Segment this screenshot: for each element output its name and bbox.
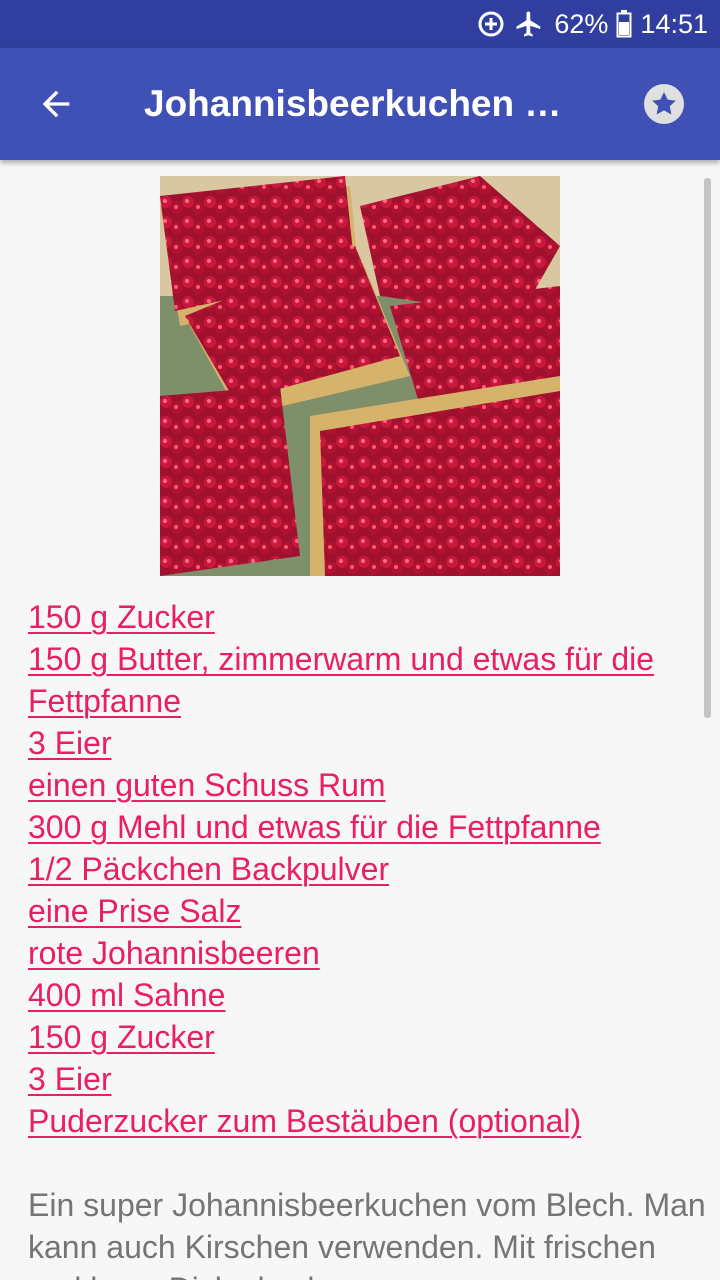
ingredient-link[interactable]: 150 g Zucker	[28, 596, 698, 638]
ingredient-link[interactable]: einen guten Schuss Rum	[28, 764, 698, 806]
recipe-photo	[160, 176, 560, 576]
ingredient-link[interactable]: 150 g Zucker	[28, 1016, 698, 1058]
arrow-back-icon	[42, 90, 70, 118]
ingredient-list: 150 g Zucker 150 g Butter, zimmerwarm un…	[28, 596, 698, 1142]
favorite-button[interactable]	[642, 82, 686, 126]
ingredient-link[interactable]: eine Prise Salz	[28, 890, 698, 932]
airplane-icon	[516, 11, 541, 37]
scrollbar[interactable]	[704, 178, 711, 718]
ingredient-link[interactable]: 300 g Mehl und etwas für die Fettpfanne	[28, 806, 698, 848]
battery-icon	[616, 10, 632, 38]
ingredient-link[interactable]: 400 ml Sahne	[28, 974, 698, 1016]
star-icon	[644, 84, 684, 124]
page-title: Johannisbeerkuchen m…	[144, 83, 592, 124]
ingredient-link[interactable]: rote Johannisbeeren	[28, 932, 698, 974]
app-bar: Johannisbeerkuchen m…	[0, 48, 720, 160]
recipe-description: Ein super Johannisbeerkuchen vom Blech. …	[28, 1187, 706, 1280]
status-bar: 62% 14:51	[0, 0, 720, 48]
ingredient-link[interactable]: 1/2 Päckchen Backpulver	[28, 848, 698, 890]
ingredient-link[interactable]: 3 Eier	[28, 1058, 698, 1100]
ingredient-link[interactable]: 150 g Butter, zimmerwarm und etwas für d…	[28, 638, 698, 722]
recipe-content: 150 g Zucker 150 g Butter, zimmerwarm un…	[0, 160, 720, 1280]
ingredient-link[interactable]: 3 Eier	[28, 722, 698, 764]
ingredient-link[interactable]: Puderzucker zum Bestäuben (optional)	[28, 1100, 698, 1142]
clock: 14:51	[640, 8, 708, 39]
back-button[interactable]	[36, 84, 76, 124]
data-saver-icon	[478, 11, 504, 37]
battery-percent: 62%	[554, 8, 609, 39]
